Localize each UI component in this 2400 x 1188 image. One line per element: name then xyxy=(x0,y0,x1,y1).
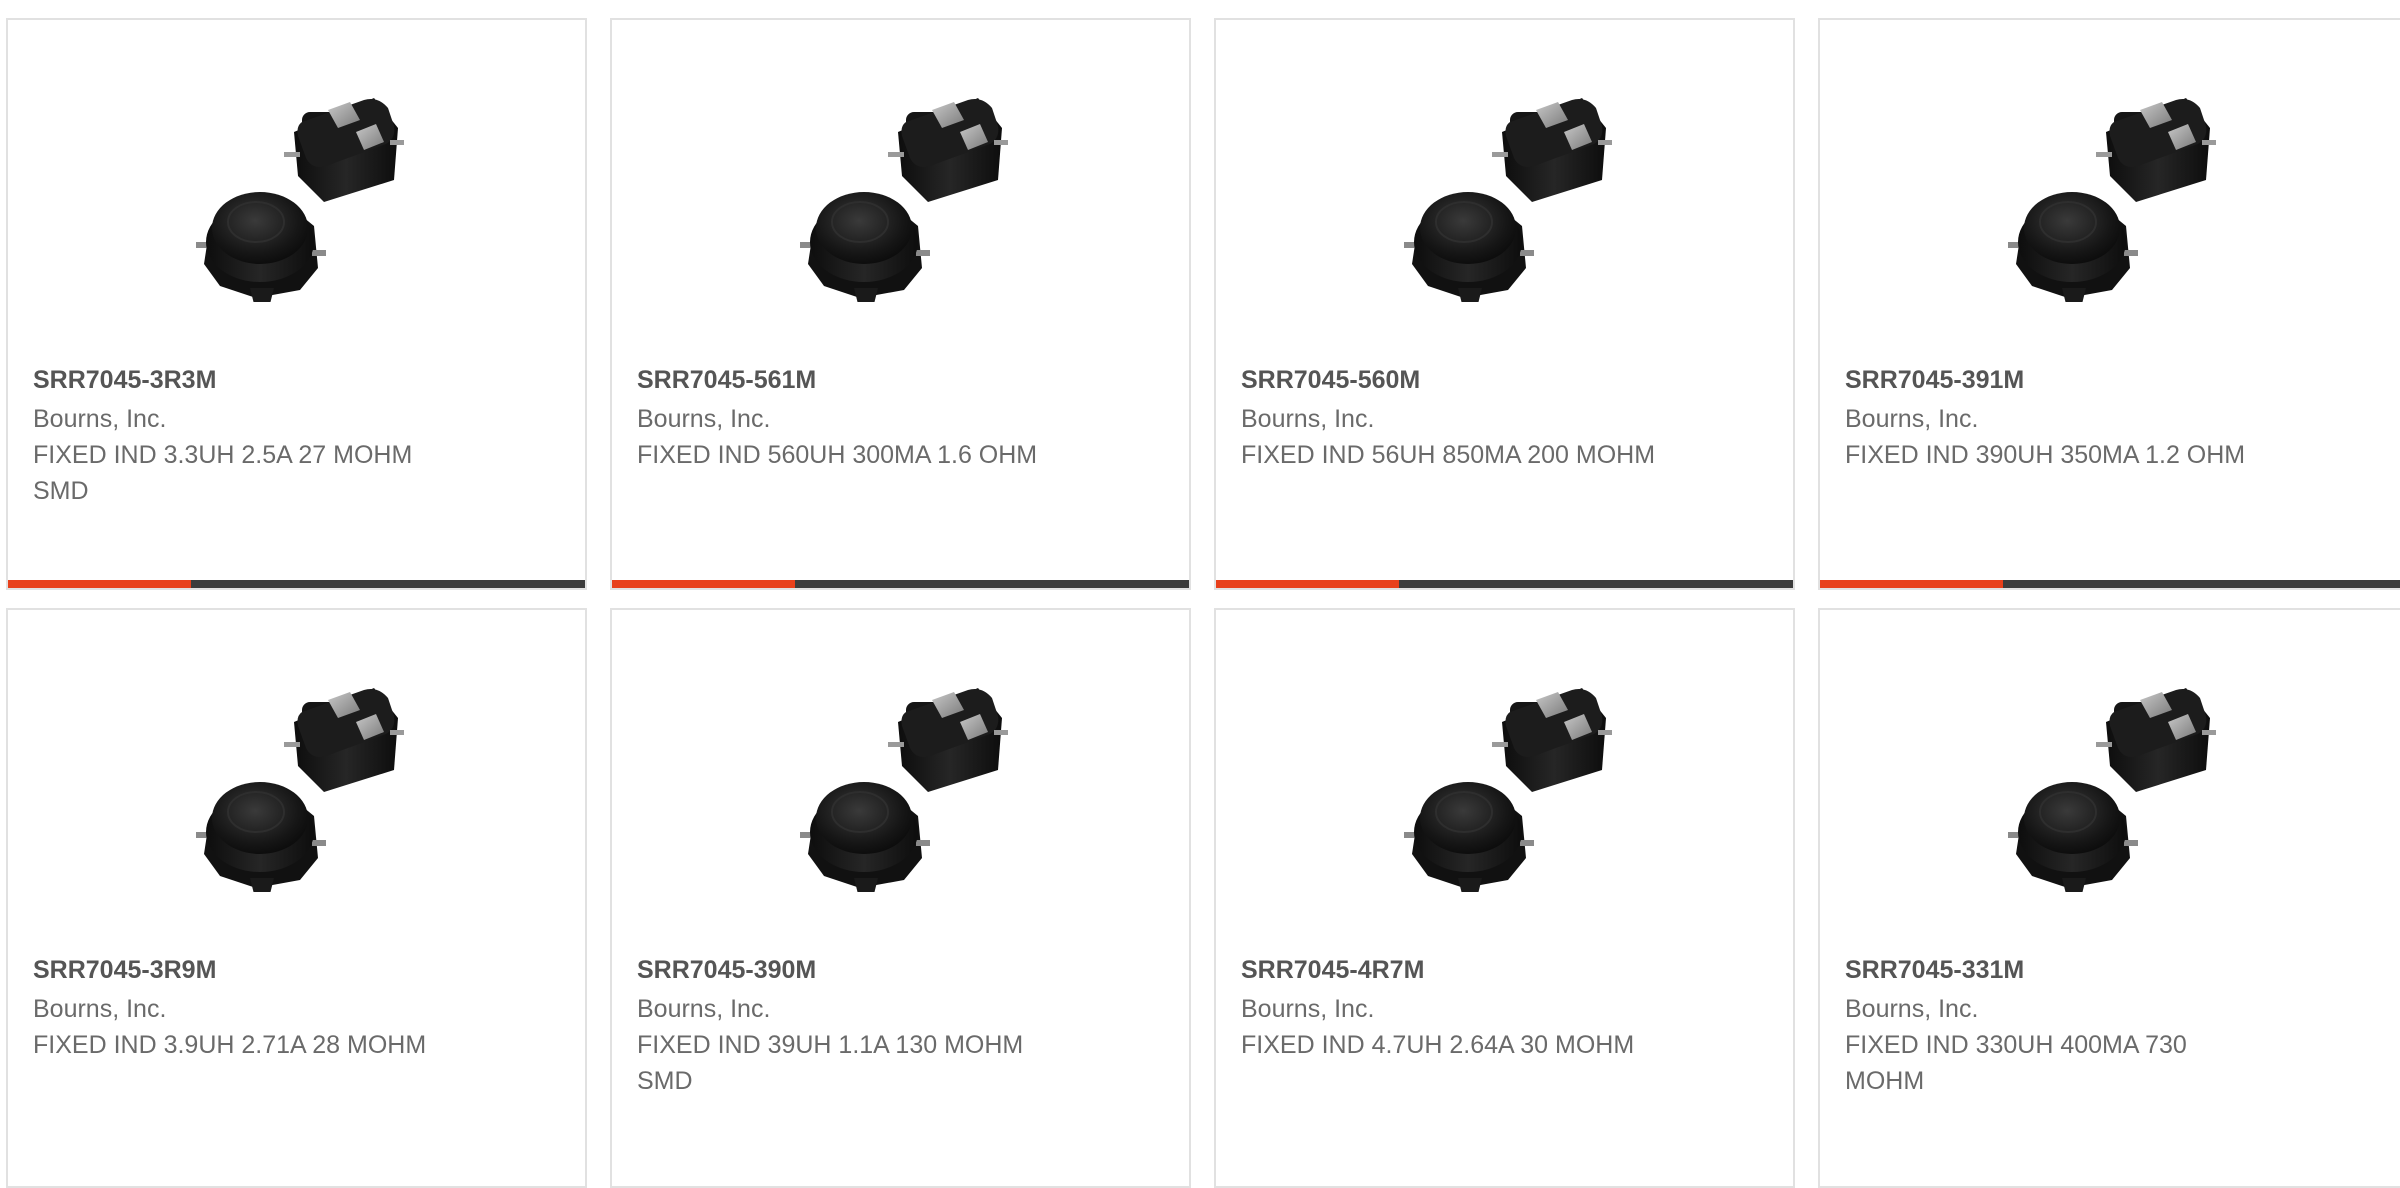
manufacturer: Bourns, Inc. xyxy=(1241,995,1375,1023)
product-info: SRR7045-4R7M Bourns, Inc. FIXED IND 4.7U… xyxy=(1241,954,1661,1063)
product-description: FIXED IND 4.7UH 2.64A 30 MOHM xyxy=(1241,1031,1635,1059)
manufacturer: Bourns, Inc. xyxy=(1845,995,1979,1023)
product-card[interactable]: SRR7045-390M Bourns, Inc. FIXED IND 39UH… xyxy=(610,608,1191,1188)
part-number[interactable]: SRR7045-3R9M xyxy=(33,954,453,986)
product-card[interactable]: SRR7045-331M Bourns, Inc. FIXED IND 330U… xyxy=(1818,608,2400,1188)
product-card[interactable]: SRR7045-3R9M Bourns, Inc. FIXED IND 3.9U… xyxy=(6,608,587,1188)
product-info: SRR7045-561M Bourns, Inc. FIXED IND 560U… xyxy=(637,364,1057,473)
product-description: FIXED IND 390UH 350MA 1.2 OHM xyxy=(1845,441,2246,469)
card-bar-accent xyxy=(612,580,795,588)
card-bar xyxy=(8,580,585,588)
product-description: FIXED IND 330UH 400MA 730 MOHM xyxy=(1845,1031,2187,1095)
inductor-image[interactable] xyxy=(2006,92,2216,302)
product-info: SRR7045-331M Bourns, Inc. FIXED IND 330U… xyxy=(1845,954,2265,1099)
card-bar xyxy=(1216,580,1793,588)
part-number[interactable]: SRR7045-3R3M xyxy=(33,364,453,396)
inductor-icon xyxy=(799,687,1008,892)
card-bar-accent xyxy=(1216,580,1399,588)
inductor-icon xyxy=(195,687,404,892)
manufacturer: Bourns, Inc. xyxy=(637,995,771,1023)
inductor-image[interactable] xyxy=(1402,682,1612,892)
inductor-icon xyxy=(1403,97,1612,302)
product-card[interactable]: SRR7045-3R3M Bourns, Inc. FIXED IND 3.3U… xyxy=(6,18,587,590)
product-description: FIXED IND 560UH 300MA 1.6 OHM xyxy=(637,441,1038,469)
product-card[interactable]: SRR7045-560M Bourns, Inc. FIXED IND 56UH… xyxy=(1214,18,1795,590)
product-description: FIXED IND 3.3UH 2.5A 27 MOHM SMD xyxy=(33,441,413,505)
part-number[interactable]: SRR7045-560M xyxy=(1241,364,1661,396)
manufacturer: Bourns, Inc. xyxy=(637,405,771,433)
part-number[interactable]: SRR7045-390M xyxy=(637,954,1057,986)
part-number[interactable]: SRR7045-4R7M xyxy=(1241,954,1661,986)
inductor-icon xyxy=(1403,687,1612,892)
product-description: FIXED IND 3.9UH 2.71A 28 MOHM xyxy=(33,1031,427,1059)
inductor-image[interactable] xyxy=(1402,92,1612,302)
product-info: SRR7045-391M Bourns, Inc. FIXED IND 390U… xyxy=(1845,364,2265,473)
part-number[interactable]: SRR7045-391M xyxy=(1845,364,2265,396)
card-bar xyxy=(612,580,1189,588)
inductor-image[interactable] xyxy=(798,682,1008,892)
inductor-icon xyxy=(799,97,1008,302)
card-bar-accent xyxy=(8,580,191,588)
inductor-icon xyxy=(2007,97,2216,302)
inductor-image[interactable] xyxy=(194,682,404,892)
manufacturer: Bourns, Inc. xyxy=(33,995,167,1023)
manufacturer: Bourns, Inc. xyxy=(1241,405,1375,433)
manufacturer: Bourns, Inc. xyxy=(33,405,167,433)
product-info: SRR7045-3R9M Bourns, Inc. FIXED IND 3.9U… xyxy=(33,954,453,1063)
part-number[interactable]: SRR7045-331M xyxy=(1845,954,2265,986)
card-bar-accent xyxy=(1820,580,2003,588)
manufacturer: Bourns, Inc. xyxy=(1845,405,1979,433)
inductor-icon xyxy=(2007,687,2216,892)
inductor-image[interactable] xyxy=(194,92,404,302)
card-bar xyxy=(1820,580,2400,588)
product-card[interactable]: SRR7045-561M Bourns, Inc. FIXED IND 560U… xyxy=(610,18,1191,590)
inductor-icon xyxy=(195,97,404,302)
product-card[interactable]: SRR7045-391M Bourns, Inc. FIXED IND 390U… xyxy=(1818,18,2400,590)
product-description: FIXED IND 56UH 850MA 200 MOHM xyxy=(1241,441,1656,469)
part-number[interactable]: SRR7045-561M xyxy=(637,364,1057,396)
inductor-image[interactable] xyxy=(798,92,1008,302)
product-info: SRR7045-3R3M Bourns, Inc. FIXED IND 3.3U… xyxy=(33,364,453,509)
inductor-image[interactable] xyxy=(2006,682,2216,892)
product-info: SRR7045-560M Bourns, Inc. FIXED IND 56UH… xyxy=(1241,364,1661,473)
product-description: FIXED IND 39UH 1.1A 130 MOHM SMD xyxy=(637,1031,1024,1095)
product-info: SRR7045-390M Bourns, Inc. FIXED IND 39UH… xyxy=(637,954,1057,1099)
product-card[interactable]: SRR7045-4R7M Bourns, Inc. FIXED IND 4.7U… xyxy=(1214,608,1795,1188)
